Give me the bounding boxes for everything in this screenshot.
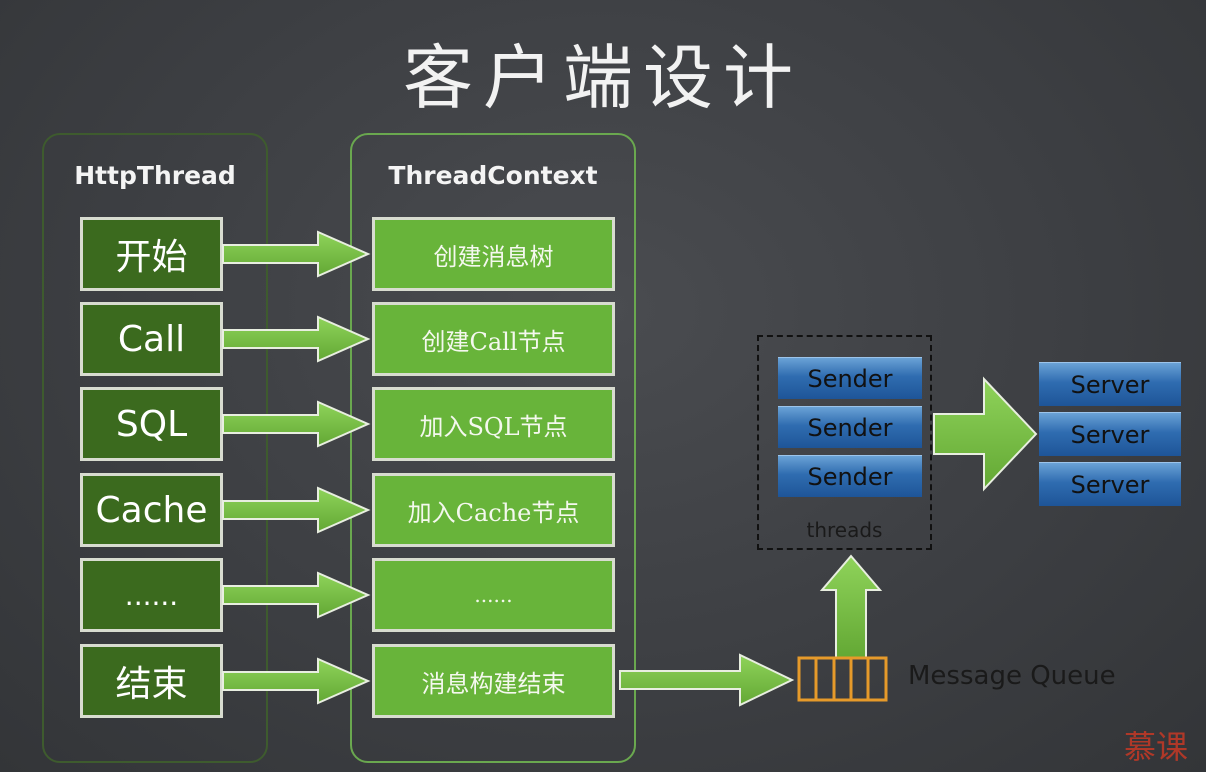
message-queue-label: Message Queue (908, 661, 1116, 691)
arrow-to-queue (619, 653, 795, 707)
arrow-right (222, 571, 371, 619)
sender-box: Sender (778, 357, 922, 399)
arrow-right (222, 657, 371, 705)
server-box: Server (1039, 462, 1181, 506)
server-box: Server (1039, 412, 1181, 456)
threads-label: threads (806, 518, 883, 542)
arrow-up-to-senders (819, 554, 883, 659)
sender-box: Sender (778, 455, 922, 497)
arrow-right (222, 486, 371, 534)
message-queue-icon (797, 656, 888, 702)
arrow-to-servers (933, 376, 1038, 492)
server-box: Server (1039, 362, 1181, 406)
arrow-right (222, 400, 371, 448)
watermark-logo: 慕课 (1124, 728, 1189, 766)
sender-box: Sender (778, 406, 922, 448)
flow-arrows (222, 230, 1038, 707)
arrow-right (222, 315, 371, 363)
arrow-right (222, 230, 371, 278)
